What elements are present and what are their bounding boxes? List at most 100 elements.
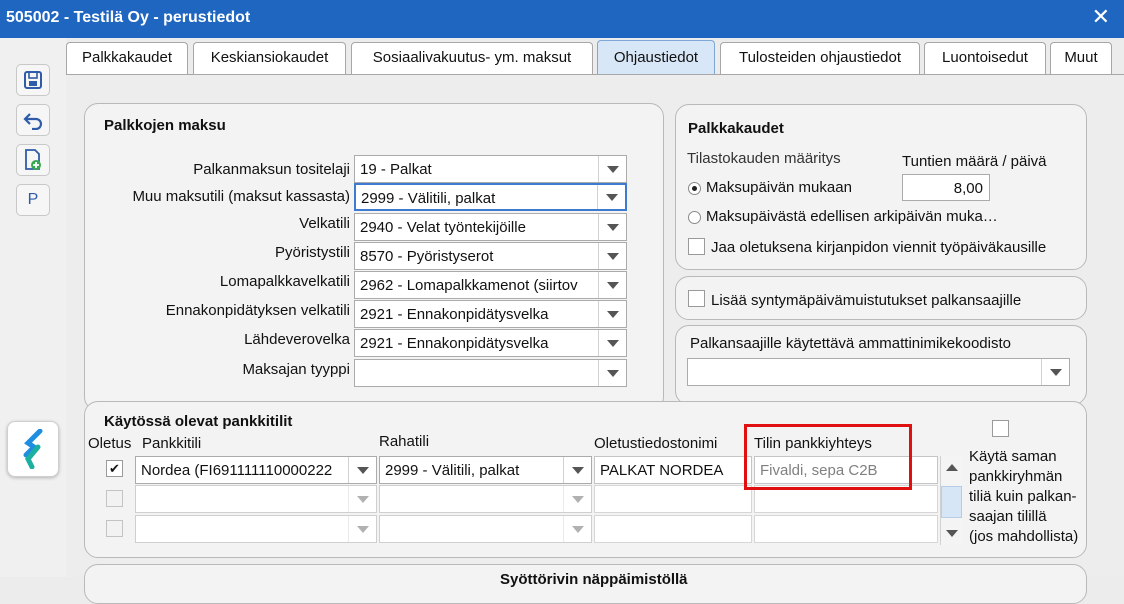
- content-area: Palkkakaudet Keskiansiokaudet Sosiaaliva…: [66, 38, 1124, 604]
- scroll-thumb[interactable]: [941, 486, 962, 518]
- chevron-down-icon[interactable]: [563, 516, 591, 542]
- chevron-down-icon[interactable]: [348, 516, 376, 542]
- pankkitilit-scrollbar[interactable]: [940, 456, 962, 545]
- tab-palkkakaudet[interactable]: Palkkakaudet: [66, 42, 188, 74]
- scroll-down-icon[interactable]: [946, 530, 958, 537]
- row3-oletus-checkbox[interactable]: [106, 520, 123, 537]
- lahdeverovelka-value: 2921 - Ennakonpidätysvelka: [360, 335, 549, 352]
- chevron-down-icon[interactable]: [348, 486, 376, 512]
- fivaldi-logo-icon: [23, 429, 43, 469]
- scroll-up-icon[interactable]: [946, 464, 958, 471]
- tab-bar: Palkkakaudet Keskiansiokaudet Sosiaaliva…: [66, 38, 1124, 76]
- save-button[interactable]: [16, 64, 50, 96]
- jaa-kirjanpito-checkbox[interactable]: [688, 238, 705, 255]
- row2-pankkitili-select[interactable]: [135, 485, 377, 513]
- lahdeverovelka-label: Lähdeverovelka: [244, 331, 350, 348]
- window-title: 505002 - Testilä Oy - perustiedot: [6, 9, 251, 26]
- lomapalkkavelkatili-value: 2962 - Lomapalkkamenot (siirtov: [360, 277, 578, 294]
- muu-maksutili-select[interactable]: 2999 - Välitili, palkat: [354, 183, 627, 211]
- palkanmaksun-tositelaji-select[interactable]: 19 - Palkat: [354, 155, 627, 183]
- p-button[interactable]: P: [16, 184, 50, 216]
- kayta-saman-line-4: saajan tilillä: [969, 508, 1047, 525]
- syntymapaiva-checkbox[interactable]: [688, 290, 705, 307]
- syottorivi-title: Syöttörivin näppäimistöllä: [500, 571, 688, 588]
- syottorivi-group: Syöttörivin näppäimistöllä: [84, 564, 1087, 604]
- checkmark-icon: ✔: [109, 460, 120, 476]
- tunnit-label: Tuntien määrä / päivä: [902, 153, 1047, 170]
- maksajan-tyyppi-label: Maksajan tyyppi: [242, 361, 350, 378]
- tab-tulosteiden-ohjaustiedot[interactable]: Tulosteiden ohjaustiedot: [720, 42, 920, 74]
- maksupaivan-mukaan-label: Maksupäivän mukaan: [706, 179, 852, 196]
- ammattinimike-select[interactable]: [687, 358, 1070, 386]
- syntymapaiva-label: Lisää syntymäpäivämuistutukset palkansaa…: [711, 292, 1022, 309]
- close-icon[interactable]: ✕: [1092, 6, 1110, 28]
- chevron-down-icon[interactable]: [563, 486, 591, 512]
- chevron-down-icon[interactable]: [563, 457, 591, 483]
- undo-button[interactable]: [16, 104, 50, 136]
- row3-pankkitili-select[interactable]: [135, 515, 377, 543]
- chevron-down-icon[interactable]: [598, 214, 626, 240]
- chevron-down-icon[interactable]: [597, 185, 625, 209]
- row1-oletustiedostonimi-value: PALKAT NORDEA: [600, 462, 724, 479]
- chevron-down-icon[interactable]: [1041, 359, 1069, 385]
- ammattinimike-title: Palkansaajille käytettävä ammattinimikek…: [690, 335, 1011, 352]
- tab-sosiaalivakuutus[interactable]: Sosiaalivakuutus- ym. maksut: [351, 42, 593, 74]
- new-document-icon: [25, 149, 41, 170]
- ohjaustiedot-panel: Palkkojen maksu Palkanmaksun tositelaji …: [66, 74, 1124, 604]
- velkatili-value: 2940 - Velat työntekijöille: [360, 219, 526, 236]
- maksupaivan-mukaan-radio[interactable]: [688, 182, 701, 195]
- pankkitilit-title: Käytössä olevat pankkitilit: [104, 413, 293, 430]
- chevron-down-icon[interactable]: [598, 301, 626, 327]
- tab-luontoisedut[interactable]: Luontoisedut: [924, 42, 1046, 74]
- velkatili-select[interactable]: 2940 - Velat työntekijöille: [354, 213, 627, 241]
- row1-oletustiedostonimi-input[interactable]: PALKAT NORDEA: [594, 456, 752, 484]
- row3-rahatili-select[interactable]: [379, 515, 592, 543]
- chevron-down-icon[interactable]: [598, 330, 626, 356]
- edellinen-arkipaiva-radio[interactable]: [688, 211, 701, 224]
- tab-keskiansiokaudet[interactable]: Keskiansiokaudet: [193, 42, 346, 74]
- oletus-header: Oletus: [88, 435, 132, 452]
- pankkitili-header: Pankkitili: [142, 435, 202, 452]
- lomapalkkavelkatili-label: Lomapalkkavelkatili: [219, 273, 350, 290]
- chevron-down-icon[interactable]: [348, 457, 376, 483]
- tab-muut[interactable]: Muut: [1050, 42, 1112, 74]
- highlight-box: [744, 424, 912, 490]
- ennakonpidatyksen-velkatili-value: 2921 - Ennakonpidätysvelka: [360, 306, 549, 323]
- ennakonpidatyksen-velkatili-select[interactable]: 2921 - Ennakonpidätysvelka: [354, 300, 627, 328]
- chevron-down-icon[interactable]: [598, 156, 626, 182]
- app-logo-button[interactable]: [7, 421, 59, 477]
- rahatili-header: Rahatili: [379, 433, 430, 450]
- row2-rahatili-select[interactable]: [379, 485, 592, 513]
- sidebar-toolbar: P: [0, 38, 66, 577]
- tilastokausi-label: Tilastokauden määritys: [687, 150, 841, 167]
- chevron-down-icon[interactable]: [598, 243, 626, 269]
- pyoristystili-select[interactable]: 8570 - Pyöristyserot: [354, 242, 627, 270]
- lahdeverovelka-select[interactable]: 2921 - Ennakonpidätysvelka: [354, 329, 627, 357]
- row3-pankkiyhteys-input[interactable]: [754, 515, 938, 543]
- kayta-saman-checkbox[interactable]: [992, 420, 1009, 437]
- window-titlebar: 505002 - Testilä Oy - perustiedot ✕: [0, 0, 1124, 38]
- tunnit-value: 8,00: [953, 180, 983, 197]
- row2-oletus-checkbox[interactable]: [106, 490, 123, 507]
- kayta-saman-line-5: (jos mahdollista): [969, 528, 1079, 545]
- chevron-down-icon[interactable]: [598, 360, 626, 386]
- maksajan-tyyppi-select[interactable]: [354, 359, 627, 387]
- row2-oletustiedostonimi-input[interactable]: [594, 485, 752, 513]
- row3-oletustiedostonimi-input[interactable]: [594, 515, 752, 543]
- palkanmaksun-tositelaji-label: Palkanmaksun tositelaji: [193, 161, 350, 178]
- palkanmaksun-tositelaji-value: 19 - Palkat: [360, 161, 432, 178]
- lomapalkkavelkatili-select[interactable]: 2962 - Lomapalkkamenot (siirtov: [354, 271, 627, 299]
- edellinen-arkipaiva-label: Maksupäivästä edellisen arkipäivän muka…: [706, 208, 998, 225]
- row1-rahatili-select[interactable]: 2999 - Välitili, palkat: [379, 456, 592, 484]
- jaa-kirjanpito-label: Jaa oletuksena kirjanpidon viennit työpä…: [711, 239, 1047, 256]
- tunnit-input[interactable]: 8,00: [902, 174, 990, 201]
- p-button-label: P: [27, 191, 39, 208]
- row1-oletus-checkbox[interactable]: ✔: [106, 460, 123, 477]
- save-icon: [24, 71, 42, 89]
- row1-pankkitili-select[interactable]: Nordea (FI691111110000222: [135, 456, 377, 484]
- new-document-button[interactable]: [16, 144, 50, 176]
- tab-ohjaustiedot[interactable]: Ohjaustiedot: [597, 40, 715, 76]
- chevron-down-icon[interactable]: [598, 272, 626, 298]
- row1-pankkitili-value: Nordea (FI691111110000222: [141, 462, 333, 479]
- kayta-saman-label: Käytä saman pankkiryhmän tiliä kuin palk…: [969, 447, 1078, 547]
